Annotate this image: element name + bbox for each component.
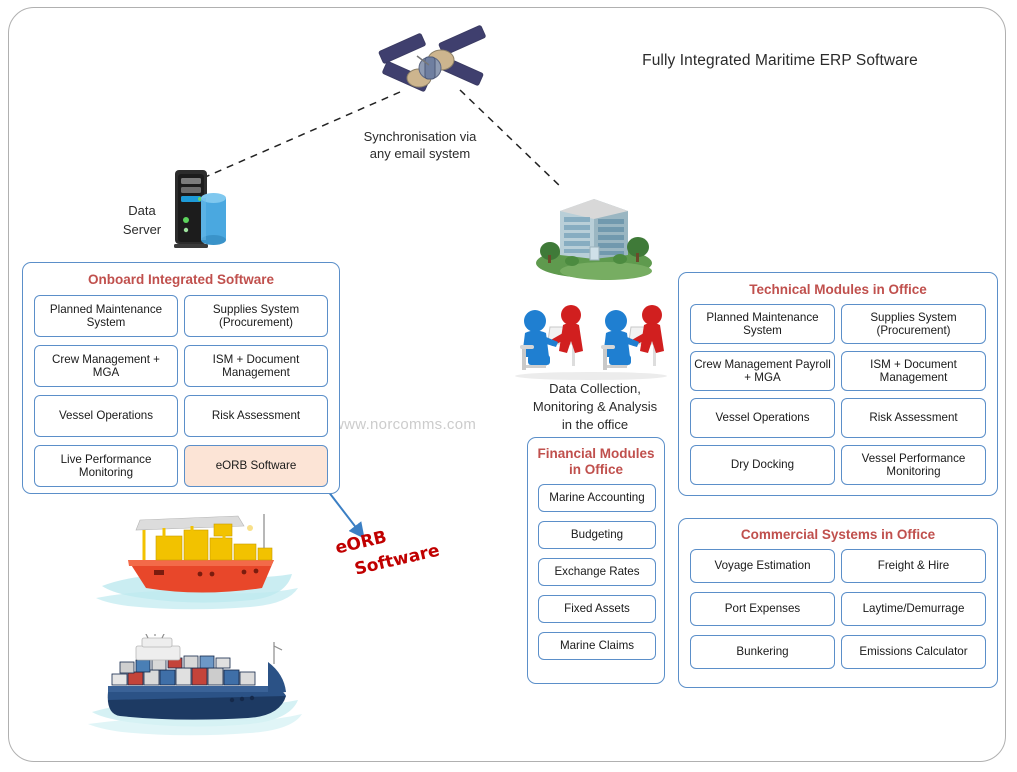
- watermark: www.norcomms.com: [333, 416, 477, 433]
- panel-commercial-title: Commercial Systems in Office: [740, 527, 936, 542]
- module-tile[interactable]: ISM + Document Management: [841, 351, 986, 391]
- module-tile[interactable]: eORB Software: [184, 445, 328, 487]
- synchronisation-label-line1: Synchronisation via: [363, 129, 477, 144]
- panel-technical-module-grid: Planned Maintenance System Supplies Syste…: [679, 298, 997, 492]
- data-collection-label: Data Collection, Monitoring & Analysis i…: [510, 380, 680, 434]
- module-tile[interactable]: Crew Management Payroll + MGA: [690, 351, 835, 391]
- module-tile[interactable]: Live Performance Monitoring: [34, 445, 178, 487]
- data-collection-label-line3: in the office: [561, 417, 629, 432]
- panel-financial-title-line2: in Office: [568, 462, 623, 477]
- container-ship-image: [88, 634, 302, 736]
- module-tile[interactable]: Risk Assessment: [841, 398, 986, 438]
- module-tile[interactable]: Voyage Estimation: [690, 549, 835, 583]
- panel-financial-modules-in-office: Financial Modules in Office Marine Accou…: [527, 437, 665, 684]
- panel-onboard-integrated-software: Onboard Integrated Software Planned Main…: [22, 262, 340, 494]
- panel-technical-modules-in-office: Technical Modules in Office Planned Main…: [678, 272, 998, 496]
- data-server-label: Data Server: [108, 201, 176, 239]
- synchronisation-label-line2: any email system: [369, 146, 471, 161]
- module-tile[interactable]: Bunkering: [690, 635, 835, 669]
- data-server-label-line2: Server: [122, 222, 162, 237]
- module-tile[interactable]: Vessel Performance Monitoring: [841, 445, 986, 485]
- module-tile[interactable]: Supplies System (Procurement): [184, 295, 328, 337]
- module-tile[interactable]: Laytime/Demurrage: [841, 592, 986, 626]
- module-tile[interactable]: Marine Claims: [538, 632, 656, 660]
- module-tile[interactable]: Dry Docking: [690, 445, 835, 485]
- office-workers-image: [515, 305, 667, 380]
- panel-commercial-module-grid: Voyage Estimation Freight & Hire Port Expe…: [679, 543, 997, 678]
- office-building-image: [536, 199, 652, 280]
- panel-financial-title-line1: Financial Modules: [537, 446, 655, 461]
- diagram-canvas: Data Server Fully Integrated Maritime ER…: [0, 0, 1017, 772]
- module-tile[interactable]: Vessel Operations: [34, 395, 178, 437]
- page-title: Fully Integrated Maritime ERP Software: [642, 52, 918, 69]
- data-server-image: [174, 170, 226, 248]
- module-tile[interactable]: Fixed Assets: [538, 595, 656, 623]
- data-collection-label-line2: Monitoring & Analysis: [532, 399, 658, 414]
- module-tile[interactable]: Crew Management + MGA: [34, 345, 178, 387]
- data-server-label-line1: Data: [128, 203, 156, 218]
- panel-onboard-title: Onboard Integrated Software: [87, 272, 275, 287]
- module-tile[interactable]: Supplies System (Procurement): [841, 304, 986, 344]
- module-tile[interactable]: Vessel Operations: [690, 398, 835, 438]
- panel-financial-title: Financial Modules in Office: [528, 446, 664, 478]
- module-tile[interactable]: ISM + Document Management: [184, 345, 328, 387]
- module-tile[interactable]: Budgeting: [538, 521, 656, 549]
- offshore-supply-vessel-image: [96, 514, 298, 610]
- data-collection-label-line1: Data Collection,: [549, 381, 641, 396]
- satellite-image: [378, 25, 486, 92]
- module-tile[interactable]: Planned Maintenance System: [690, 304, 835, 344]
- panel-onboard-module-grid: Planned Maintenance System Supplies Syste…: [23, 288, 339, 495]
- module-tile[interactable]: Risk Assessment: [184, 395, 328, 437]
- panel-commercial-systems-in-office: Commercial Systems in Office Voyage Esti…: [678, 518, 998, 688]
- module-tile[interactable]: Port Expenses: [690, 592, 835, 626]
- module-tile[interactable]: Freight & Hire: [841, 549, 986, 583]
- module-tile[interactable]: Planned Maintenance System: [34, 295, 178, 337]
- module-tile[interactable]: Emissions Calculator: [841, 635, 986, 669]
- module-tile[interactable]: Marine Accounting: [538, 484, 656, 512]
- panel-technical-title: Technical Modules in Office: [749, 282, 927, 297]
- module-tile[interactable]: Exchange Rates: [538, 558, 656, 586]
- synchronisation-label: Synchronisation via any email system: [340, 128, 500, 162]
- panel-financial-module-grid: Marine Accounting Budgeting Exchange Rates…: [528, 478, 664, 669]
